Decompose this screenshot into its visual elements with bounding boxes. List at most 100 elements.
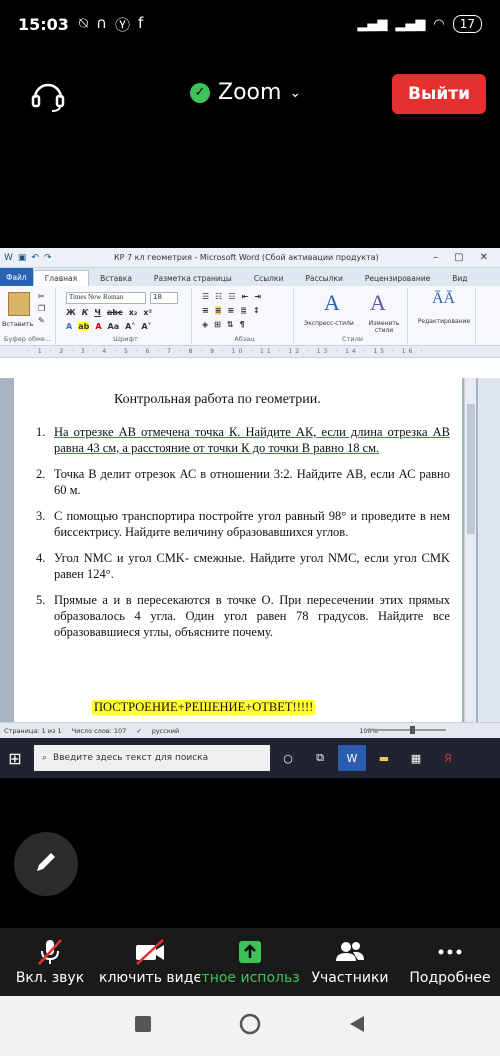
shrink-font-icon[interactable]: A˅ <box>141 322 151 331</box>
undo-icon[interactable]: ↶ <box>31 253 39 263</box>
find-icon[interactable]: ĀĀ <box>432 290 455 308</box>
change-case-icon[interactable]: Aa <box>108 322 120 331</box>
participants-button[interactable]: Участники <box>300 928 400 996</box>
underline-icon[interactable]: Ч <box>94 308 100 317</box>
show-marks-icon[interactable]: ¶ <box>240 320 245 329</box>
cut-icon[interactable]: ✂ <box>38 292 45 301</box>
shading-icon[interactable]: ◈ <box>202 320 208 329</box>
more-label: Подробнее <box>409 970 491 986</box>
font-name-select[interactable]: Times New Roman <box>66 292 146 304</box>
scrollbar-thumb[interactable] <box>467 404 475 534</box>
numbering-icon[interactable]: ☷ <box>215 292 222 301</box>
exit-button[interactable]: Выйти <box>392 74 486 114</box>
tab-home[interactable]: Главная <box>32 270 90 286</box>
borders-icon[interactable]: ⊞ <box>214 320 221 329</box>
pencil-icon <box>32 848 60 880</box>
video-off-icon <box>133 936 167 968</box>
express-styles-button[interactable]: Экспресс-стили <box>304 320 354 327</box>
home-icon[interactable] <box>239 1013 261 1039</box>
task-view-icon[interactable]: ○ <box>274 745 302 771</box>
strikethrough-icon[interactable]: abc <box>107 308 123 317</box>
multilevel-list-icon[interactable]: ☲ <box>228 292 235 301</box>
line-spacing-icon[interactable]: ↕ <box>253 306 260 315</box>
annotate-button[interactable] <box>14 832 78 896</box>
meeting-title[interactable]: ✓ Zoom ⌄ <box>190 80 301 105</box>
paste-button[interactable]: Вставить <box>2 320 33 328</box>
yandex-icon[interactable]: Я <box>434 745 462 771</box>
tab-view[interactable]: Вид <box>441 270 478 286</box>
grow-font-icon[interactable]: A˄ <box>125 322 135 331</box>
decrease-indent-icon[interactable]: ⇤ <box>242 292 249 301</box>
superscript-icon[interactable]: x² <box>143 308 152 317</box>
participants-label: Участники <box>311 970 389 986</box>
spellcheck-icon[interactable]: ✓ <box>136 727 141 735</box>
word-count[interactable]: Число слов: 107 <box>72 727 127 735</box>
store-icon[interactable]: ▦ <box>402 745 430 771</box>
start-video-button[interactable]: Включить видео <box>100 928 200 996</box>
tab-insert[interactable]: Вставка <box>89 270 143 286</box>
bullets-icon[interactable]: ☰ <box>202 292 209 301</box>
format-painter-icon[interactable]: ✎ <box>38 316 45 325</box>
question-text: Угол NMC и угол СМK- смежные. Найдите уг… <box>54 551 450 581</box>
editing-group: ĀĀ Редактирование <box>412 288 476 344</box>
meeting-controls: Вкл. звук Включить видео Совместное испо… <box>0 928 500 996</box>
express-styles-icon[interactable]: A <box>324 290 340 316</box>
taskbar-search[interactable]: ⌕ Введите здесь текст для поиска <box>34 745 270 771</box>
quick-access-toolbar[interactable]: W ▣ ↶ ↷ <box>4 253 104 263</box>
change-styles-icon[interactable]: A <box>370 290 386 316</box>
editing-button[interactable]: Редактирование <box>412 318 476 325</box>
tab-file[interactable]: Файл <box>0 268 33 286</box>
align-left-icon[interactable]: ≡ <box>202 306 209 315</box>
zoom-slider-knob[interactable] <box>410 726 415 734</box>
status-time: 15:03 <box>18 14 69 34</box>
paste-icon[interactable] <box>8 292 30 316</box>
tab-mailings[interactable]: Рассылки <box>294 270 354 286</box>
chevron-down-icon: ⌄ <box>289 84 302 101</box>
more-button[interactable]: Подробнее <box>400 928 500 996</box>
audio-headset-icon[interactable] <box>30 78 66 112</box>
align-right-icon[interactable]: ≡ <box>227 306 234 315</box>
tab-review[interactable]: Рецензирование <box>354 270 441 286</box>
word-taskbar-icon[interactable]: W <box>338 745 366 771</box>
language-indicator[interactable]: русский <box>152 727 180 735</box>
question-text: На отрезке АВ отмечена точка К. Найдите … <box>54 425 450 455</box>
save-icon[interactable]: ▣ <box>18 253 27 263</box>
ribbon: Вставить ✂ ❐ ✎ Буфер обме... Times New R… <box>0 286 500 346</box>
task-switch-icon[interactable]: ⧉ <box>306 745 334 771</box>
copy-icon[interactable]: ❐ <box>38 304 45 313</box>
font-color-icon[interactable]: A <box>95 322 101 331</box>
page-count[interactable]: Страница: 1 из 1 <box>4 727 62 735</box>
document-page[interactable]: Контрольная работа по геометрии. 1. На о… <box>14 378 462 722</box>
share-icon <box>235 936 265 968</box>
justify-icon[interactable]: ≣ <box>240 306 247 315</box>
close-icon[interactable]: ✕ <box>480 252 488 263</box>
align-center-icon[interactable]: ≡ <box>214 306 222 315</box>
file-explorer-icon[interactable]: ▬ <box>370 745 398 771</box>
windows-start-icon[interactable]: ⊞ <box>0 749 30 768</box>
zoom-slider[interactable] <box>366 726 446 734</box>
signal-2-icon: ▂▄▆ <box>395 16 426 32</box>
minimize-icon[interactable]: – <box>433 252 438 263</box>
meeting-title-label: Zoom <box>218 80 282 105</box>
bold-icon[interactable]: Ж <box>66 308 76 317</box>
italic-icon[interactable]: К <box>82 308 89 317</box>
word-title-bar: W ▣ ↶ ↷ КР 7 кл геометрия - Microsoft Wo… <box>0 248 500 268</box>
maximize-icon[interactable]: ▢ <box>454 252 463 263</box>
vertical-scrollbar[interactable] <box>464 378 476 722</box>
tab-references[interactable]: Ссылки <box>243 270 294 286</box>
increase-indent-icon[interactable]: ⇥ <box>254 292 261 301</box>
back-icon[interactable] <box>348 1015 366 1037</box>
tab-page-layout[interactable]: Разметка страницы <box>143 270 243 286</box>
question-item: 3. С помощью транспортира постройте угол… <box>36 508 450 540</box>
highlight-icon[interactable]: ab <box>78 322 90 331</box>
recents-icon[interactable] <box>134 1015 152 1037</box>
list-row: ☰ ☷ ☲ ⇤ ⇥ <box>202 292 261 301</box>
font-size-select[interactable]: 18 <box>150 292 178 304</box>
sort-icon[interactable]: ⇅ <box>227 320 234 329</box>
redo-icon[interactable]: ↷ <box>44 253 52 263</box>
change-styles-button[interactable]: Изменить стили <box>364 320 404 334</box>
text-effects-icon[interactable]: A <box>66 322 72 331</box>
share-button[interactable]: Совместное использование <box>200 928 300 996</box>
unmute-button[interactable]: Вкл. звук <box>0 928 100 996</box>
subscript-icon[interactable]: x₂ <box>129 308 138 317</box>
